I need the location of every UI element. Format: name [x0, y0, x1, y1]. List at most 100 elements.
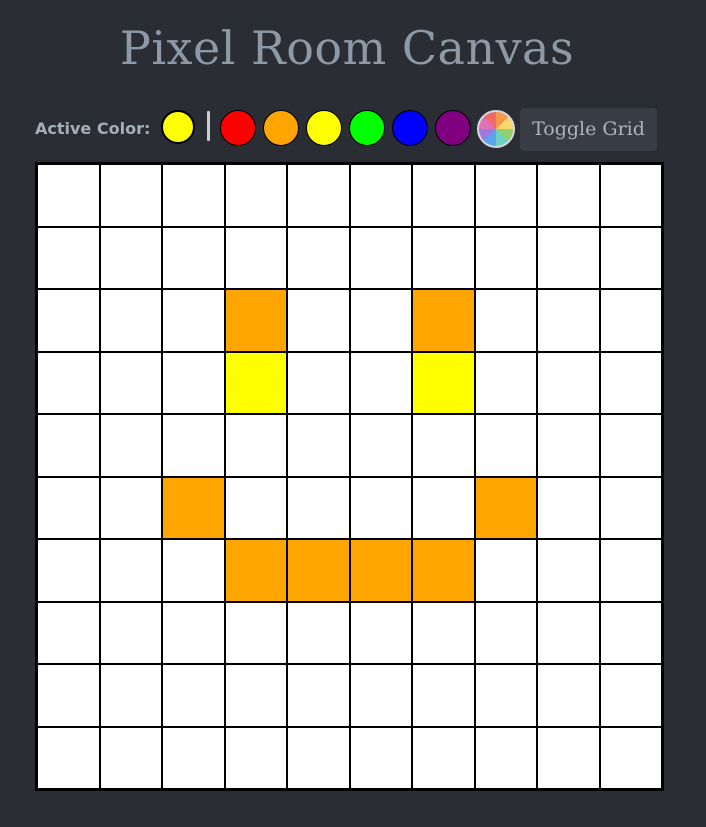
pixel-cell[interactable] — [538, 290, 599, 351]
pixel-cell[interactable] — [100, 415, 161, 476]
pixel-cell[interactable] — [475, 165, 536, 226]
pixel-cell[interactable] — [100, 602, 161, 663]
pixel-cell[interactable] — [538, 352, 599, 413]
toggle-grid-button[interactable]: Toggle Grid — [520, 108, 657, 151]
pixel-cell[interactable] — [163, 477, 224, 538]
pixel-cell[interactable] — [475, 540, 536, 601]
pixel-cell[interactable] — [475, 290, 536, 351]
pixel-cell[interactable] — [288, 415, 349, 476]
pixel-cell[interactable] — [350, 227, 411, 288]
pixel-cell[interactable] — [225, 540, 286, 601]
pixel-cell[interactable] — [38, 227, 99, 288]
pixel-cell[interactable] — [288, 352, 349, 413]
color-swatch-green[interactable] — [349, 110, 385, 146]
pixel-cell[interactable] — [38, 540, 99, 601]
pixel-cell[interactable] — [100, 477, 161, 538]
pixel-cell[interactable] — [538, 602, 599, 663]
pixel-cell[interactable] — [600, 727, 661, 788]
pixel-cell[interactable] — [475, 352, 536, 413]
pixel-cell[interactable] — [475, 665, 536, 726]
pixel-cell[interactable] — [350, 665, 411, 726]
pixel-cell[interactable] — [538, 477, 599, 538]
pixel-cell[interactable] — [100, 665, 161, 726]
pixel-cell[interactable] — [350, 540, 411, 601]
pixel-cell[interactable] — [163, 165, 224, 226]
pixel-cell[interactable] — [38, 352, 99, 413]
pixel-cell[interactable] — [288, 727, 349, 788]
pixel-cell[interactable] — [225, 665, 286, 726]
pixel-cell[interactable] — [38, 415, 99, 476]
pixel-cell[interactable] — [600, 227, 661, 288]
pixel-cell[interactable] — [225, 727, 286, 788]
pixel-cell[interactable] — [475, 602, 536, 663]
color-swatch-orange[interactable] — [263, 110, 299, 146]
pixel-cell[interactable] — [163, 227, 224, 288]
pixel-cell[interactable] — [38, 290, 99, 351]
pixel-cell[interactable] — [600, 602, 661, 663]
pixel-cell[interactable] — [413, 415, 474, 476]
pixel-cell[interactable] — [413, 352, 474, 413]
pixel-cell[interactable] — [38, 602, 99, 663]
pixel-cell[interactable] — [475, 415, 536, 476]
pixel-cell[interactable] — [413, 477, 474, 538]
pixel-cell[interactable] — [538, 227, 599, 288]
pixel-cell[interactable] — [538, 415, 599, 476]
pixel-cell[interactable] — [225, 227, 286, 288]
pixel-cell[interactable] — [413, 227, 474, 288]
pixel-cell[interactable] — [100, 227, 161, 288]
pixel-cell[interactable] — [600, 415, 661, 476]
pixel-cell[interactable] — [38, 665, 99, 726]
pixel-cell[interactable] — [100, 540, 161, 601]
pixel-cell[interactable] — [538, 165, 599, 226]
pixel-cell[interactable] — [38, 165, 99, 226]
pixel-cell[interactable] — [163, 540, 224, 601]
pixel-cell[interactable] — [475, 227, 536, 288]
pixel-cell[interactable] — [413, 602, 474, 663]
color-swatch-blue[interactable] — [392, 110, 428, 146]
pixel-cell[interactable] — [600, 290, 661, 351]
pixel-cell[interactable] — [225, 165, 286, 226]
pixel-cell[interactable] — [350, 477, 411, 538]
color-swatch-red[interactable] — [220, 110, 256, 146]
pixel-cell[interactable] — [100, 352, 161, 413]
pixel-cell[interactable] — [225, 477, 286, 538]
pixel-cell[interactable] — [413, 540, 474, 601]
pixel-cell[interactable] — [538, 540, 599, 601]
pixel-cell[interactable] — [163, 290, 224, 351]
pixel-cell[interactable] — [350, 415, 411, 476]
pixel-cell[interactable] — [350, 165, 411, 226]
pixel-cell[interactable] — [350, 602, 411, 663]
pixel-cell[interactable] — [225, 415, 286, 476]
color-swatch-purple[interactable] — [435, 110, 471, 146]
pixel-cell[interactable] — [413, 165, 474, 226]
pixel-cell[interactable] — [225, 290, 286, 351]
pixel-cell[interactable] — [288, 165, 349, 226]
pixel-cell[interactable] — [100, 165, 161, 226]
pixel-cell[interactable] — [350, 727, 411, 788]
pixel-cell[interactable] — [600, 477, 661, 538]
pixel-cell[interactable] — [413, 665, 474, 726]
pixel-cell[interactable] — [288, 477, 349, 538]
pixel-cell[interactable] — [38, 727, 99, 788]
pixel-cell[interactable] — [163, 602, 224, 663]
pixel-cell[interactable] — [413, 727, 474, 788]
pixel-cell[interactable] — [350, 290, 411, 351]
pixel-cell[interactable] — [163, 727, 224, 788]
pixel-cell[interactable] — [163, 415, 224, 476]
pixel-cell[interactable] — [600, 540, 661, 601]
pixel-cell[interactable] — [163, 352, 224, 413]
pixel-cell[interactable] — [475, 727, 536, 788]
pixel-cell[interactable] — [288, 665, 349, 726]
pixel-cell[interactable] — [225, 602, 286, 663]
pixel-cell[interactable] — [413, 290, 474, 351]
pixel-cell[interactable] — [288, 540, 349, 601]
pixel-cell[interactable] — [475, 477, 536, 538]
pixel-cell[interactable] — [163, 665, 224, 726]
pixel-cell[interactable] — [288, 290, 349, 351]
pixel-cell[interactable] — [100, 290, 161, 351]
pixel-cell[interactable] — [288, 227, 349, 288]
pixel-cell[interactable] — [100, 727, 161, 788]
pixel-cell[interactable] — [225, 352, 286, 413]
color-swatch-yellow[interactable] — [306, 110, 342, 146]
pixel-cell[interactable] — [600, 165, 661, 226]
